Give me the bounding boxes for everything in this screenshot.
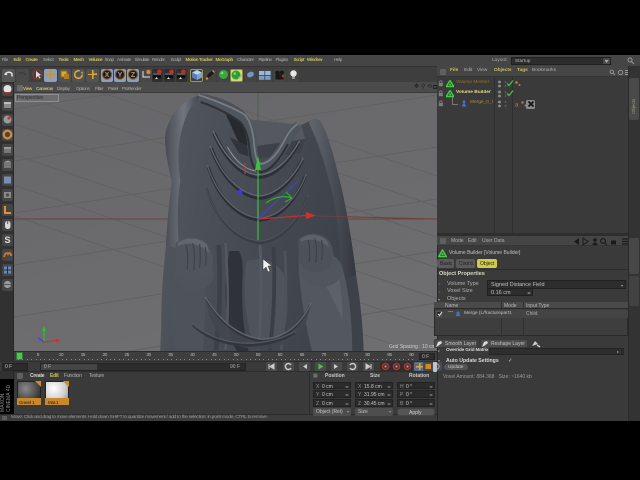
svg-text:X: X <box>105 72 110 79</box>
svg-text:a: a <box>515 103 519 109</box>
svg-text:S: S <box>4 235 10 245</box>
svg-text:Z: Z <box>131 72 136 79</box>
svg-text:Y: Y <box>118 72 123 79</box>
